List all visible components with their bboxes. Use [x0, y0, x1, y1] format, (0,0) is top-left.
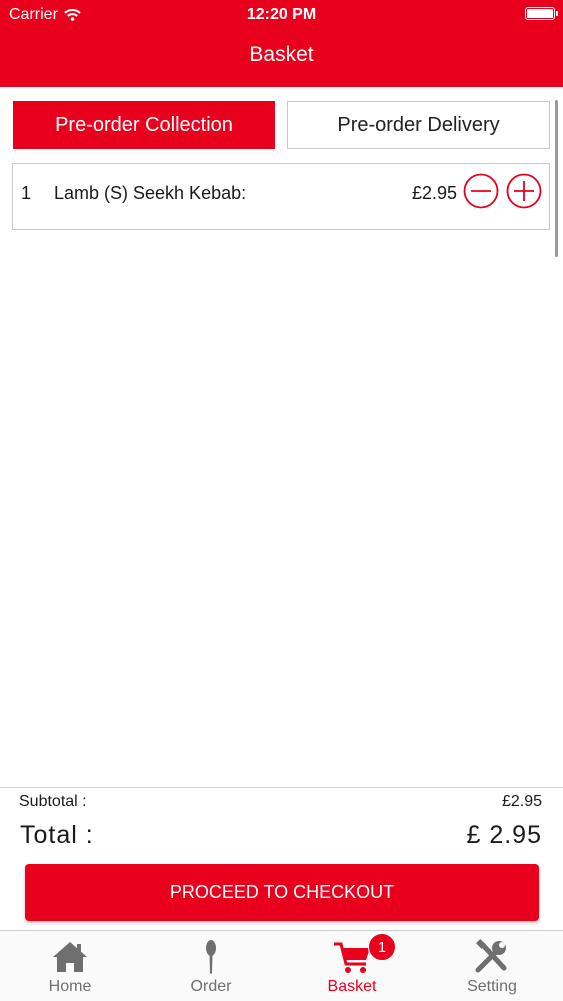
- spoon-icon: [206, 940, 216, 974]
- tab-order-label: Order: [190, 978, 232, 995]
- item-name: Lamb (S) Seekh Kebab:: [54, 183, 247, 203]
- tab-home-label: Home: [48, 978, 92, 995]
- total-value: £ 2.95: [466, 821, 542, 849]
- clock: 12:20 PM: [246, 6, 317, 23]
- basket-count-badge: 1: [368, 933, 396, 961]
- tab-home[interactable]: Home: [0, 931, 140, 1001]
- subtotal-value: £2.95: [501, 793, 542, 810]
- tools-icon: [475, 939, 507, 973]
- tab-basket-label: Basket: [327, 978, 377, 995]
- tab-setting[interactable]: Setting: [422, 931, 562, 1001]
- home-icon: [53, 942, 87, 972]
- subtotal-label: Subtotal :: [19, 793, 87, 810]
- battery-icon: [525, 7, 558, 20]
- total-label: Total :: [20, 821, 94, 849]
- divider: [0, 787, 563, 788]
- proceed-to-checkout-button[interactable]: PROCEED TO CHECKOUT: [25, 864, 539, 921]
- tab-setting-label: Setting: [467, 978, 517, 995]
- preorder-collection-button[interactable]: Pre-order Collection: [13, 101, 275, 149]
- header: Carrier 12:20 PM Basket: [0, 0, 563, 87]
- preorder-delivery-button[interactable]: Pre-order Delivery: [287, 101, 550, 149]
- item-price: £2.95: [411, 183, 457, 203]
- tab-basket[interactable]: Basket: [282, 931, 422, 1001]
- tab-order[interactable]: Order: [141, 931, 281, 1001]
- decrease-quantity-button[interactable]: [463, 173, 499, 209]
- scrollbar[interactable]: [555, 100, 558, 257]
- page-title: Basket: [249, 43, 314, 66]
- cart-icon: [334, 942, 370, 973]
- status-bar: Carrier 12:20 PM: [0, 0, 563, 30]
- increase-quantity-button[interactable]: [506, 173, 542, 209]
- item-quantity: 1: [21, 183, 32, 203]
- tab-bar: Home Order Basket 1 Setting: [0, 930, 563, 1001]
- basket-item: 1 Lamb (S) Seekh Kebab: £2.95: [12, 163, 550, 230]
